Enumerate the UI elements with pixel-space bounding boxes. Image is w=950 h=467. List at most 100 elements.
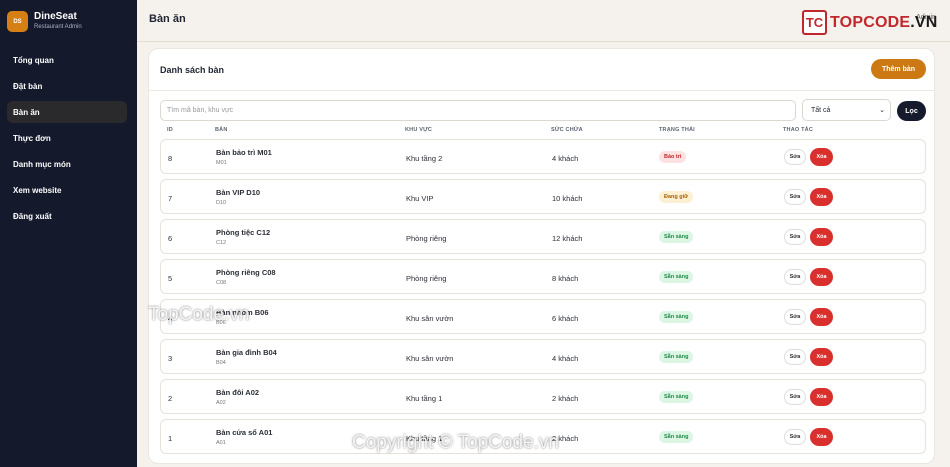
edit-button[interactable]: Sửa xyxy=(784,349,806,365)
row-table-name: Phòng riêng C08 xyxy=(216,268,276,277)
delete-button[interactable]: Xóa xyxy=(810,268,833,286)
status-badge: Bảo trì xyxy=(659,151,687,163)
table-row: 3 Bàn gia đình B04 B04 Khu sân vườn 4 khách S… xyxy=(160,339,926,374)
row-id: 6 xyxy=(168,234,173,243)
row-area: Khu VIP xyxy=(406,194,434,203)
row-table-name: Bàn bảo trì M01 xyxy=(216,148,272,157)
status-badge: Đang giữ xyxy=(659,191,694,203)
col-table: BÀN xyxy=(215,127,228,133)
col-actions: THAO TÁC xyxy=(783,127,814,133)
row-table-code: C08 xyxy=(216,280,227,286)
edit-button[interactable]: Sửa xyxy=(784,309,806,325)
table-header: ID BÀN KHU VỰC SỨC CHỨA TRẠNG THÁI THAO … xyxy=(160,125,926,137)
row-id: 2 xyxy=(168,394,173,403)
delete-button[interactable]: Xóa xyxy=(810,348,833,366)
status-badge: Sẵn sàng xyxy=(659,231,694,243)
page-title: Bàn ăn xyxy=(149,13,186,25)
row-capacity: 6 khách xyxy=(552,314,579,323)
sidebar-nav: Tổng quan Đặt bàn Bàn ăn Thực đơn Danh mục m… xyxy=(7,49,127,231)
status-badge: Sẵn sàng xyxy=(659,271,694,283)
sidebar: DS DineSeat Restaurant Admin Tổng quan Đặ… xyxy=(0,0,137,467)
row-capacity: 12 khách xyxy=(552,234,583,243)
row-capacity: 10 khách xyxy=(552,194,583,203)
delete-button[interactable]: Xóa xyxy=(810,188,833,206)
edit-button[interactable]: Sửa xyxy=(784,229,806,245)
row-id: 8 xyxy=(168,154,173,163)
topcode-logo-text: TOPCODE xyxy=(830,13,911,31)
row-table-code: M01 xyxy=(216,160,227,166)
watermark-left: TopCode.vn xyxy=(148,304,250,325)
status-badge: Sẵn sàng xyxy=(659,391,694,403)
edit-button[interactable]: Sửa xyxy=(784,389,806,405)
status-select-value: Tất cả xyxy=(811,106,831,114)
status-badge: Sẵn sàng xyxy=(659,351,694,363)
card-header: Danh sách bàn Thêm bàn xyxy=(149,49,934,91)
status-select[interactable]: Tất cả ⌄ xyxy=(802,99,891,121)
row-area: Khu tầng 2 xyxy=(406,154,443,163)
watermark-bottom: Copyright © TopCode.vn xyxy=(352,432,559,453)
table-row: 4 Bàn nhóm B06 B06 Khu sân vườn 6 khách Sẵn s… xyxy=(160,299,926,334)
sidebar-item-4[interactable]: Danh mục món xyxy=(7,153,127,175)
brand-name: DineSeat xyxy=(34,11,77,22)
row-id: 7 xyxy=(168,194,173,203)
row-table-code: A02 xyxy=(216,400,226,406)
col-capacity: SỨC CHỨA xyxy=(551,127,583,133)
row-table-code: A01 xyxy=(216,440,226,446)
table-row: 5 Phòng riêng C08 C08 Phòng riêng 8 khách Sẵn… xyxy=(160,259,926,294)
card-title: Danh sách bàn xyxy=(160,65,225,75)
row-id: 1 xyxy=(168,434,173,443)
col-id: ID xyxy=(167,127,173,133)
row-area: Phòng riêng xyxy=(406,274,447,283)
topcode-logo-suffix: .VN xyxy=(910,13,938,31)
sidebar-item-6[interactable]: Đăng xuất xyxy=(7,205,127,227)
row-table-code: C12 xyxy=(216,240,227,246)
sidebar-item-0[interactable]: Tổng quan xyxy=(7,49,127,71)
col-status: TRẠNG THÁI xyxy=(659,127,695,133)
delete-button[interactable]: Xóa xyxy=(810,428,833,446)
sidebar-item-5[interactable]: Xem website xyxy=(7,179,127,201)
brand-subtitle: Restaurant Admin xyxy=(34,24,82,30)
sidebar-item-2[interactable]: Bàn ăn xyxy=(7,101,127,123)
delete-button[interactable]: Xóa xyxy=(810,148,833,166)
row-area: Khu tầng 1 xyxy=(406,394,443,403)
delete-button[interactable]: Xóa xyxy=(810,388,833,406)
add-table-button[interactable]: Thêm bàn xyxy=(871,59,926,79)
row-capacity: 4 khách xyxy=(552,354,579,363)
topcode-logo-icon: TC xyxy=(802,10,827,35)
delete-button[interactable]: Xóa xyxy=(810,228,833,246)
row-id: 3 xyxy=(168,354,173,363)
row-area: Khu sân vườn xyxy=(406,314,454,323)
brand-logo: DS xyxy=(7,11,28,32)
table-row: 8 Bàn bảo trì M01 M01 Khu tầng 2 4 khách Bảo … xyxy=(160,139,926,174)
edit-button[interactable]: Sửa xyxy=(784,149,806,165)
filter-button[interactable]: Lọc xyxy=(897,101,926,121)
sidebar-item-1[interactable]: Đặt bàn xyxy=(7,75,127,97)
row-id: 5 xyxy=(168,274,173,283)
search-input[interactable]: Tìm mã bàn, khu vực xyxy=(160,100,796,121)
row-area: Phòng riêng xyxy=(406,234,447,243)
row-table-code: B04 xyxy=(216,360,226,366)
topcode-logo: TC TOPCODE.VN xyxy=(802,10,938,35)
brand: DS DineSeat Restaurant Admin xyxy=(7,11,82,32)
chevron-down-icon: ⌄ xyxy=(879,107,885,114)
delete-button[interactable]: Xóa xyxy=(810,308,833,326)
sidebar-item-3[interactable]: Thực đơn xyxy=(7,127,127,149)
row-table-name: Bàn đôi A02 xyxy=(216,388,260,397)
edit-button[interactable]: Sửa xyxy=(784,269,806,285)
col-area: KHU VỰC xyxy=(405,127,433,133)
status-badge: Sẵn sàng xyxy=(659,431,694,443)
table-row: 6 Phòng tiệc C12 C12 Phòng riêng 12 khách Sẵn… xyxy=(160,219,926,254)
row-capacity: 8 khách xyxy=(552,274,579,283)
edit-button[interactable]: Sửa xyxy=(784,189,806,205)
row-table-name: Bàn gia đình B04 xyxy=(216,348,277,357)
row-table-name: Phòng tiệc C12 xyxy=(216,228,271,237)
row-table-code: D10 xyxy=(216,200,227,206)
row-capacity: 2 khách xyxy=(552,394,579,403)
table-row: 2 Bàn đôi A02 A02 Khu tầng 1 2 khách Sẵn sàng… xyxy=(160,379,926,414)
table-row: 7 Bàn VIP D10 D10 Khu VIP 10 khách Đang giữ Sử… xyxy=(160,179,926,214)
tables-card: Danh sách bàn Thêm bàn Tìm mã bàn, khu v… xyxy=(148,48,935,464)
row-area: Khu sân vườn xyxy=(406,354,454,363)
edit-button[interactable]: Sửa xyxy=(784,429,806,445)
row-table-name: Bàn VIP D10 xyxy=(216,188,261,197)
row-table-name: Bàn cửa sổ A01 xyxy=(216,428,273,437)
